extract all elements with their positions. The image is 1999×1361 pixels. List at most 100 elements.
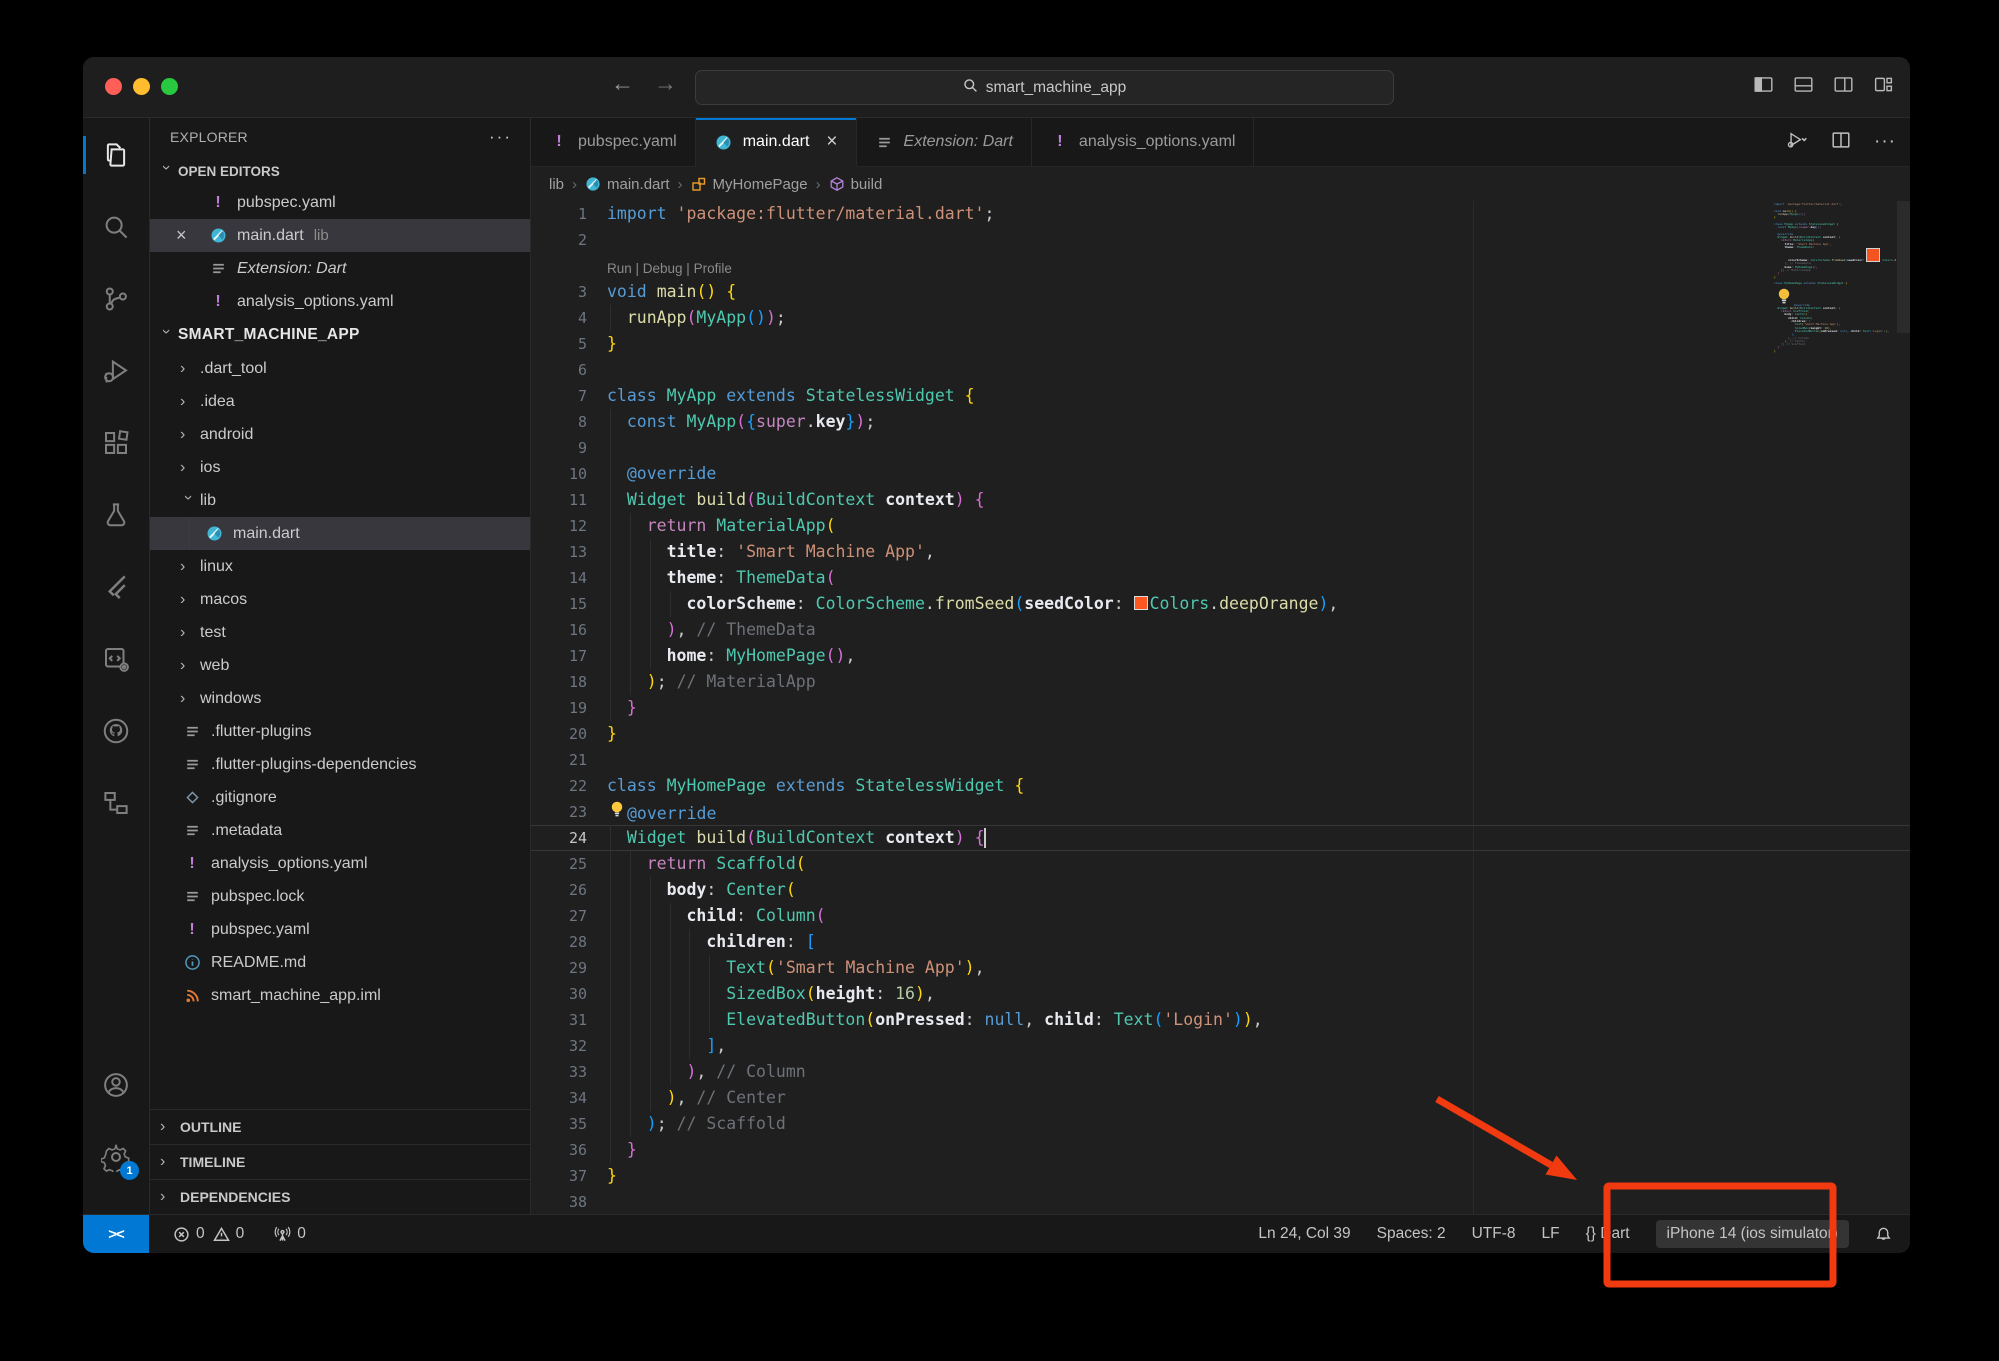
open-editor-item[interactable]: !pubspec.yaml bbox=[150, 186, 530, 219]
panel-left-icon[interactable] bbox=[1753, 74, 1774, 95]
panel-bottom-icon[interactable] bbox=[1793, 74, 1814, 95]
activity-run-debug-icon[interactable] bbox=[83, 346, 149, 396]
minimize-window-button[interactable] bbox=[133, 78, 150, 95]
activity-remote-code-icon[interactable] bbox=[83, 634, 149, 684]
close-icon[interactable]: × bbox=[176, 225, 187, 246]
explorer-sidebar: EXPLORER ··· › OPEN EDITORS !pubspec.yam… bbox=[150, 118, 531, 1214]
activity-source-control-icon[interactable] bbox=[83, 274, 149, 324]
tree-folder-test[interactable]: ›test bbox=[150, 616, 530, 649]
tree-file-analysis-options-yaml[interactable]: !analysis_options.yaml bbox=[150, 847, 530, 880]
tree-folder-lib[interactable]: ›lib bbox=[150, 484, 530, 517]
panel-right-icon[interactable] bbox=[1833, 74, 1854, 95]
tree-file--gitignore[interactable]: .gitignore bbox=[150, 781, 530, 814]
tree-file-pubspec-lock[interactable]: pubspec.lock bbox=[150, 880, 530, 913]
tree-folder--dart-tool[interactable]: ›.dart_tool bbox=[150, 352, 530, 385]
close-icon[interactable]: × bbox=[826, 131, 837, 153]
activity-testing-icon[interactable] bbox=[83, 490, 149, 540]
tree-file-readme-md[interactable]: README.md bbox=[150, 946, 530, 979]
status-utf-8[interactable]: UTF-8 bbox=[1472, 1225, 1516, 1243]
sidebar-panel-outline[interactable]: ›OUTLINE bbox=[150, 1109, 530, 1144]
tree-folder--idea[interactable]: ›.idea bbox=[150, 385, 530, 418]
dart-icon bbox=[208, 227, 228, 244]
codelens-run-debug-profile[interactable]: Run | Debug | Profile bbox=[595, 253, 1910, 279]
zoom-window-button[interactable] bbox=[161, 78, 178, 95]
tree-folder-windows[interactable]: ›windows bbox=[150, 682, 530, 715]
line-number: 13 bbox=[531, 539, 595, 565]
more-actions-icon[interactable]: ··· bbox=[489, 127, 512, 147]
activity-settings-gear-icon[interactable]: 1 bbox=[83, 1132, 149, 1182]
status-spaces-2[interactable]: Spaces: 2 bbox=[1377, 1225, 1446, 1243]
tree-folder-linux[interactable]: ›linux bbox=[150, 550, 530, 583]
status-lf[interactable]: LF bbox=[1542, 1225, 1560, 1243]
tree-item-label: ios bbox=[200, 459, 220, 477]
forward-arrow-icon[interactable]: → bbox=[654, 70, 677, 97]
minimap-slider[interactable] bbox=[1897, 201, 1910, 333]
code-line-16: 16 ), // ThemeData bbox=[531, 617, 1910, 643]
title-bar: ← → smart_machine_app bbox=[83, 57, 1910, 118]
activity-github-icon[interactable] bbox=[83, 706, 149, 756]
lightbulb-icon[interactable] bbox=[607, 799, 627, 827]
breadcrumb-label: build bbox=[851, 176, 883, 193]
color-swatch-deeporange[interactable] bbox=[1135, 597, 1147, 609]
activity-account-icon[interactable] bbox=[83, 1060, 149, 1110]
line-number: 38 bbox=[531, 1189, 595, 1214]
editor-tab-pubspec-yaml[interactable]: !pubspec.yaml bbox=[531, 118, 696, 166]
tree-folder-ios[interactable]: ›ios bbox=[150, 451, 530, 484]
breadcrumb-item-main.dart[interactable]: main.dart bbox=[585, 176, 670, 193]
tree-file--flutter-plugins[interactable]: .flutter-plugins bbox=[150, 715, 530, 748]
status-error[interactable]: 0 bbox=[173, 1225, 205, 1243]
tree-file-smart-machine-app-iml[interactable]: smart_machine_app.iml bbox=[150, 979, 530, 1012]
split-editor-icon[interactable] bbox=[1830, 129, 1852, 156]
status-ln-24-col-39[interactable]: Ln 24, Col 39 bbox=[1258, 1225, 1350, 1243]
tree-folder-web[interactable]: ›web bbox=[150, 649, 530, 682]
run-dropdown-icon[interactable] bbox=[1786, 129, 1808, 156]
remote-indicator[interactable]: >< bbox=[83, 1215, 149, 1253]
status-warning[interactable]: 0 bbox=[213, 1225, 245, 1243]
status--dart[interactable]: {} Dart bbox=[1586, 1225, 1630, 1243]
close-window-button[interactable] bbox=[105, 78, 122, 95]
text-cursor bbox=[984, 828, 986, 848]
project-root-header[interactable]: › SMART_MACHINE_APP bbox=[150, 318, 530, 352]
chevron-right-icon: › bbox=[180, 690, 194, 708]
activity-extensions-icon[interactable] bbox=[83, 418, 149, 468]
tree-file--flutter-plugins-dependencies[interactable]: .flutter-plugins-dependencies bbox=[150, 748, 530, 781]
tree-folder-macos[interactable]: ›macos bbox=[150, 583, 530, 616]
breadcrumb-item-lib[interactable]: lib bbox=[549, 176, 564, 193]
activity-flutter-icon[interactable] bbox=[83, 562, 149, 612]
code-line-8: 8 const MyApp({super.key}); bbox=[531, 409, 1910, 435]
activity-hierarchy-icon[interactable] bbox=[83, 778, 149, 828]
open-editors-header[interactable]: › OPEN EDITORS bbox=[150, 156, 530, 186]
status-radio-tower[interactable]: 0 bbox=[274, 1225, 306, 1243]
breadcrumb-item-myhomepage[interactable]: MyHomePage bbox=[691, 176, 808, 193]
code-editor[interactable]: 1import 'package:flutter/material.dart';… bbox=[531, 201, 1910, 1214]
notification-bell-icon[interactable] bbox=[1875, 1226, 1892, 1243]
sidebar-panel-timeline[interactable]: ›TIMELINE bbox=[150, 1144, 530, 1179]
command-center-search[interactable]: smart_machine_app bbox=[695, 70, 1394, 105]
activity-explorer-icon[interactable] bbox=[83, 130, 149, 180]
status-iphone-14-ios-simulator-[interactable]: iPhone 14 (ios simulator) bbox=[1656, 1220, 1849, 1248]
open-editor-item[interactable]: ×main.dartlib bbox=[150, 219, 530, 252]
activity-search-icon[interactable] bbox=[83, 202, 149, 252]
code-line-4: 4 runApp(MyApp()); bbox=[531, 305, 1910, 331]
editor-tab-analysis-options-yaml[interactable]: !analysis_options.yaml bbox=[1032, 118, 1255, 166]
editor-tab-extension-dart[interactable]: Extension: Dart bbox=[857, 118, 1032, 166]
breadcrumb-separator: › bbox=[678, 176, 683, 193]
layout-customize-icon[interactable] bbox=[1873, 74, 1894, 95]
codelens-row[interactable]: Run | Debug | Profile bbox=[531, 253, 1910, 279]
line-number: 9 bbox=[531, 435, 595, 461]
editor-tab-main-dart[interactable]: main.dart× bbox=[696, 118, 857, 166]
more-actions-icon[interactable]: ··· bbox=[1874, 131, 1896, 153]
code-line-content: } bbox=[595, 1163, 1910, 1189]
back-arrow-icon[interactable]: ← bbox=[611, 70, 634, 97]
tree-file-pubspec-yaml[interactable]: !pubspec.yaml bbox=[150, 913, 530, 946]
code-line-1: 1import 'package:flutter/material.dart'; bbox=[531, 201, 1910, 227]
open-editor-item[interactable]: Extension: Dart bbox=[150, 252, 530, 285]
sidebar-panel-dependencies[interactable]: ›DEPENDENCIES bbox=[150, 1179, 530, 1214]
tree-file--metadata[interactable]: .metadata bbox=[150, 814, 530, 847]
tree-folder-android[interactable]: ›android bbox=[150, 418, 530, 451]
breadcrumb-item-build[interactable]: build bbox=[829, 176, 883, 193]
code-line-content: return Scaffold( bbox=[595, 851, 1910, 877]
code-line-6: 6 bbox=[531, 357, 1910, 383]
open-editor-item[interactable]: !analysis_options.yaml bbox=[150, 285, 530, 318]
tree-file-main-dart[interactable]: main.dart bbox=[150, 517, 530, 550]
